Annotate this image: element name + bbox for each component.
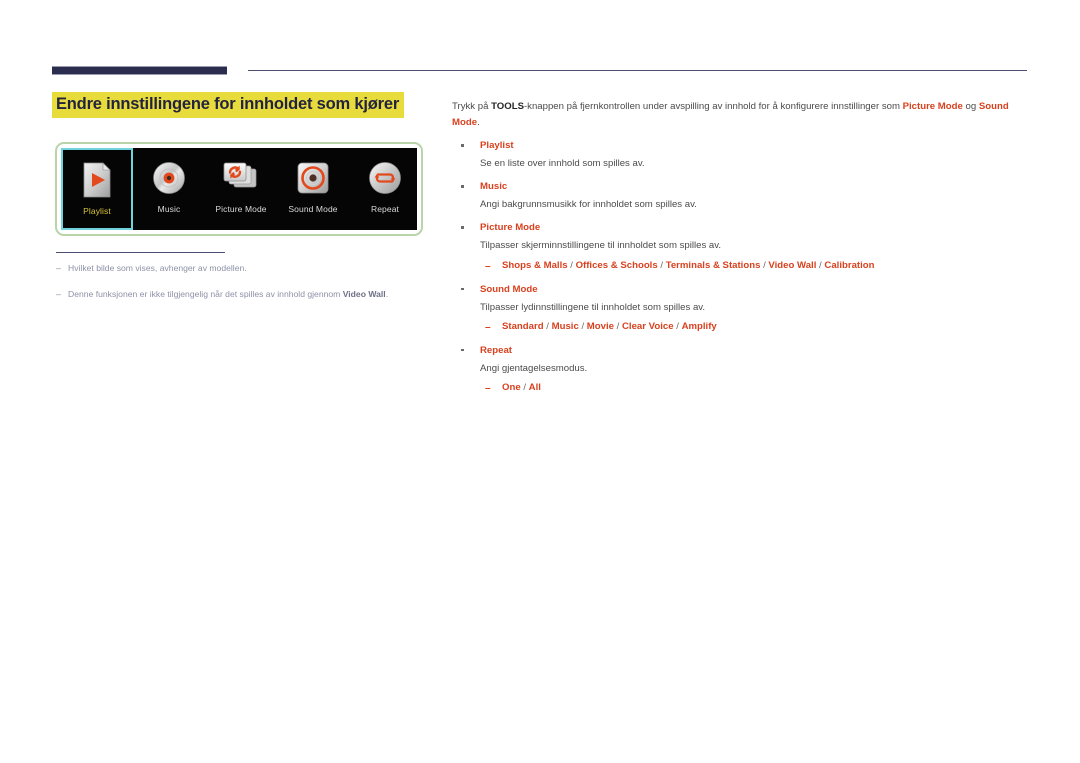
header-rule xyxy=(52,65,1027,77)
device-screen: Playlist Music Picture Mode Sound Mode R… xyxy=(61,148,417,230)
list-item-title: Repeat xyxy=(480,344,512,356)
intro-paragraph: Trykk på TOOLS-knappen på fjernkontrolle… xyxy=(452,99,1030,130)
list-item: Playlist Se en liste over innhold som sp… xyxy=(452,139,1030,171)
list-item-body: Playlist Se en liste over innhold som sp… xyxy=(480,139,1030,171)
intro-part-2: -knappen på fjernkontrollen under avspil… xyxy=(523,101,903,112)
right-column: Trykk på TOOLS-knappen på fjernkontrolle… xyxy=(452,99,1030,396)
list-item: Picture Mode Tilpasser skjerminnstilling… xyxy=(452,221,1030,273)
tile-label: Sound Mode xyxy=(288,204,338,214)
tile-picture-mode[interactable]: Picture Mode xyxy=(205,148,277,230)
music-disc-icon xyxy=(152,157,186,199)
footnote-item: – Denne funksjonen er ikke tilgjengelig … xyxy=(56,288,426,302)
list-item-description: Se en liste over innhold som spilles av. xyxy=(480,157,645,169)
list-item: Repeat Angi gjentagelsesmodus. – One / A… xyxy=(452,344,1030,396)
document-page: Endre innstillingene for innholdet som k… xyxy=(0,0,1080,763)
footnote-text: Denne funksjonen er ikke tilgjengelig nå… xyxy=(68,288,389,299)
picture-mode-ref: Picture Mode xyxy=(902,101,963,112)
list-item-description: Tilpasser lydinnstillingene til innholde… xyxy=(480,301,706,313)
option-row: – Shops & Malls / Offices & Schools / Te… xyxy=(480,259,1030,274)
intro-part-4: . xyxy=(477,116,480,128)
tile-label: Repeat xyxy=(370,204,399,214)
left-column: Endre innstillingene for innholdet som k… xyxy=(52,92,424,118)
list-item-body: Repeat Angi gjentagelsesmodus. – One / A… xyxy=(480,344,1030,396)
list-item-description: Angi gjentagelsesmodus. xyxy=(480,362,588,374)
list-item: Sound Mode Tilpasser lydinnstillingene t… xyxy=(452,283,1030,335)
option-values: Shops & Malls / Offices & Schools / Term… xyxy=(502,259,875,271)
tile-sound-mode[interactable]: Sound Mode xyxy=(277,148,349,230)
footnote-list: – Hvilket bilde som vises, avhenger av m… xyxy=(56,262,426,313)
list-item-title: Picture Mode xyxy=(480,222,541,234)
picture-mode-cards-refresh-icon xyxy=(222,157,260,199)
intro-part-3: og xyxy=(962,101,979,112)
bullet-square-icon xyxy=(452,283,480,335)
list-item-title: Sound Mode xyxy=(480,283,538,295)
footnote-item: – Hvilket bilde som vises, avhenger av m… xyxy=(56,262,426,276)
option-values: Standard / Music / Movie / Clear Voice /… xyxy=(502,320,717,332)
bullet-square-icon xyxy=(452,221,480,273)
option-values: One / All xyxy=(502,382,541,394)
footnote-text: Hvilket bilde som vises, avhenger av mod… xyxy=(68,263,247,273)
bullet-square-icon xyxy=(452,139,480,171)
list-item-title: Playlist xyxy=(480,140,514,152)
tools-button-name: TOOLS xyxy=(491,101,524,112)
bullet-square-icon xyxy=(452,344,480,396)
header-rule-thin-line xyxy=(248,70,1027,71)
intro-part-1: Trykk på xyxy=(452,101,492,112)
device-screenshot-panel: Playlist Music Picture Mode Sound Mode R… xyxy=(55,142,423,236)
tile-music[interactable]: Music xyxy=(133,148,205,230)
header-rule-thick-bar xyxy=(52,66,227,75)
option-row: – Standard / Music / Movie / Clear Voice… xyxy=(480,320,1030,335)
footnote-dash: – xyxy=(56,263,62,273)
tile-label: Playlist xyxy=(83,206,111,216)
list-item-body: Picture Mode Tilpasser skjerminnstilling… xyxy=(480,221,1030,273)
sound-mode-speaker-icon xyxy=(296,157,330,199)
tile-repeat[interactable]: Repeat xyxy=(349,148,421,230)
list-item: Music Angi bakgrunnsmusikk for innholdet… xyxy=(452,180,1030,212)
playlist-page-play-icon xyxy=(81,159,113,201)
option-dash-icon: – xyxy=(485,383,491,395)
repeat-loop-icon xyxy=(368,157,402,199)
page-title: Endre innstillingene for innholdet som k… xyxy=(52,92,405,118)
option-dash-icon: – xyxy=(485,321,491,333)
list-item-description: Tilpasser skjerminnstillingene til innho… xyxy=(480,240,722,252)
bullet-square-icon xyxy=(452,180,480,212)
tile-label: Music xyxy=(157,204,181,214)
list-item-description: Angi bakgrunnsmusikk for innholdet som s… xyxy=(480,199,697,211)
list-item-title: Music xyxy=(480,181,508,193)
footnote-dash: – xyxy=(56,288,62,299)
footnote-emphasis: Video Wall xyxy=(342,288,386,299)
option-dash-icon: – xyxy=(485,260,491,272)
footnote-divider xyxy=(56,252,225,253)
tile-playlist[interactable]: Playlist xyxy=(61,148,133,230)
list-item-body: Music Angi bakgrunnsmusikk for innholdet… xyxy=(480,180,1030,212)
tile-label: Picture Mode xyxy=(215,204,267,214)
list-item-body: Sound Mode Tilpasser lydinnstillingene t… xyxy=(480,283,1030,335)
option-row: – One / All xyxy=(480,381,1030,396)
